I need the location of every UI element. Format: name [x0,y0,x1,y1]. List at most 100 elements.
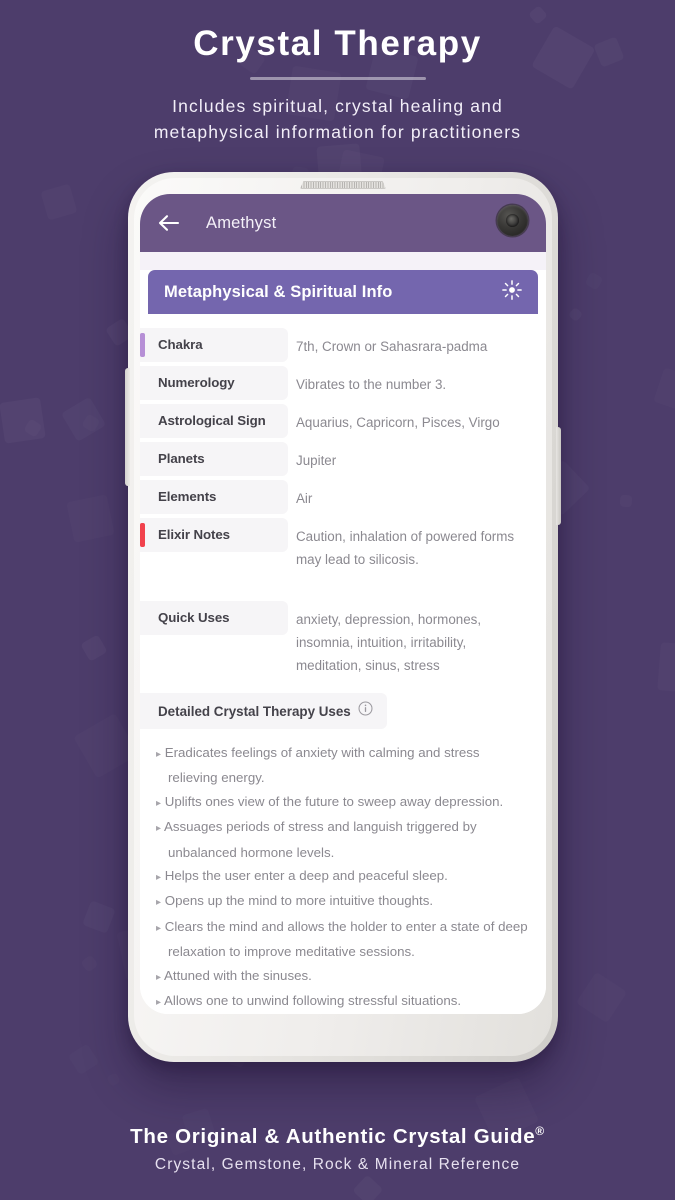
background-square [81,634,109,662]
table-row-value: anxiety, depression, hormones, insomnia,… [296,612,482,673]
background-square [620,495,633,508]
title-divider [249,77,426,80]
promo-footer: The Original & Authentic Crystal Guide® … [0,1117,675,1174]
detailed-uses-header[interactable]: Detailed Crystal Therapy Uses [140,693,387,729]
table-row[interactable]: Chakra 7th, Crown or Sahasrara-padma [140,328,546,365]
bullet-marker-icon: ▸ [156,922,162,934]
registered-mark: ® [535,1124,545,1139]
promo-subtitle-line-2: metaphysical information for practitione… [153,122,522,142]
bullet-marker-icon: ▸ [156,897,162,909]
list-item: ▸ Allows one to unwind following stressf… [156,989,528,1014]
table-row-label: Elixir Notes [158,527,230,542]
table-row[interactable]: Quick Uses anxiety, depression, hormones,… [140,601,546,684]
list-item: ▸ Attuned with the sinuses. [156,964,528,989]
table-row-label-chip: Elements [140,480,288,514]
phone-screen: Amethyst Metaphysical & Spiritual Info C… [140,194,546,1014]
background-square [80,954,99,973]
sun-brightness-icon[interactable] [502,279,522,305]
background-square [66,494,115,543]
bullet-marker-icon: ▸ [156,997,162,1009]
section-header-metaphysical[interactable]: Metaphysical & Spiritual Info [148,270,538,314]
table-row-value: Caution, inhalation of powered forms may… [296,529,515,567]
table-row[interactable]: Planets Jupiter [140,442,546,479]
row-accent-bar [140,523,145,547]
speaker-grille-icon [300,181,386,189]
info-circle-icon[interactable] [358,701,373,721]
detailed-uses-list: ▸ Eradicates feelings of anxiety with ca… [140,729,546,1014]
page-title: Crystal Therapy [193,24,482,63]
list-item: ▸ Assuages periods of stress and languis… [156,815,528,864]
background-square [657,642,675,693]
bullet-marker-icon: ▸ [156,872,162,884]
list-item-text: Uplifts ones view of the future to sweep… [164,793,504,809]
table-row-label-chip: Quick Uses [140,601,288,635]
background-square [352,1175,382,1200]
promo-footer-title: The Original & Authentic Crystal Guide® [0,1117,675,1151]
table-row-label-chip: Planets [140,442,288,476]
list-item-text: Attuned with the sinuses. [164,967,312,983]
app-content: Metaphysical & Spiritual Info Chakra 7th… [140,252,546,1014]
background-square [568,307,584,323]
table-row-label: Chakra [158,337,203,352]
list-item: ▸ Uplifts ones view of the future to swe… [156,790,528,815]
list-item: ▸ Opens up the mind to more intuitive th… [156,889,528,914]
table-row[interactable]: Astrological Sign Aquarius, Capricorn, Pi… [140,404,546,441]
list-item-text: Allows one to unwind following stressful… [164,993,462,1009]
content-top-strip [140,252,546,270]
list-item-text: Eradicates feelings of anxiety with calm… [164,745,480,786]
table-row-value: Air [296,491,313,506]
front-camera-icon [497,205,528,236]
background-square [61,397,106,442]
promo-footer-subtitle: Crystal, Gemstone, Rock & Mineral Refere… [154,1156,521,1173]
background-square [584,271,603,290]
app-bar-title: Amethyst [206,213,277,232]
list-item: ▸ Clears the mind and allows the holder … [156,915,528,964]
table-row-label-chip: Chakra [140,328,288,362]
table-row-label: Astrological Sign [158,413,266,428]
list-item-text: Assuages periods of stress and languish … [164,819,477,860]
list-item: ▸ Eradicates feelings of anxiety with ca… [156,741,528,790]
table-row-label-chip: Numerology [140,366,288,400]
bullet-marker-icon: ▸ [156,823,162,835]
background-square [576,971,628,1023]
background-square [653,367,675,412]
background-square [106,1072,121,1087]
list-item-text: Opens up the mind to more intuitive thou… [164,893,434,909]
promo-subtitle-line-1: Includes spiritual, crystal healing and [172,96,503,116]
detailed-uses-title: Detailed Crystal Therapy Uses [158,703,351,719]
list-item-text: Clears the mind and allows the holder to… [164,918,528,960]
background-square [40,184,78,222]
phone-mockup: Amethyst Metaphysical & Spiritual Info C… [125,172,561,1062]
background-square [82,900,115,933]
power-button[interactable] [556,427,561,525]
metaphysical-info-table: Chakra 7th, Crown or Sahasrara-padma Numer… [140,314,546,684]
table-row-label: Planets [158,451,205,466]
app-bar: Amethyst [140,194,546,252]
table-row-value: Aquarius, Capricorn, Pisces, Virgo [296,415,500,430]
table-row-label-chip: Astrological Sign [140,404,288,438]
table-row[interactable]: Elixir Notes Caution, inhalation of power… [140,518,546,578]
table-row-label: Quick Uses [158,610,230,625]
table-row-label-chip: Elixir Notes [140,518,288,552]
table-row[interactable]: Elements Air [140,480,546,517]
table-row[interactable]: Numerology Vibrates to the number 3. [140,366,546,403]
promo-header: Crystal Therapy Includes spiritual, crys… [0,0,675,145]
volume-button[interactable] [125,368,130,486]
list-item: ▸ Helps the user enter a deep and peacef… [156,864,528,889]
table-row-label: Elements [158,489,217,504]
promo-footer-title-text: The Original & Authentic Crystal Guide [130,1125,536,1148]
bullet-marker-icon: ▸ [156,749,162,760]
bullet-marker-icon: ▸ [156,971,162,983]
background-square [0,397,45,443]
back-arrow-icon[interactable] [156,210,182,236]
section-header-title: Metaphysical & Spiritual Info [164,282,393,301]
table-row-label: Numerology [158,375,235,390]
row-accent-bar [140,333,145,357]
background-square [67,1043,98,1074]
table-row-spacer [140,579,546,601]
table-row-value: 7th, Crown or Sahasrara-padma [296,339,488,354]
table-row-value: Vibrates to the number 3. [296,377,447,392]
bullet-marker-icon: ▸ [156,797,162,809]
list-item-text: Helps the user enter a deep and peaceful… [164,868,448,884]
table-row-value: Jupiter [296,453,337,468]
